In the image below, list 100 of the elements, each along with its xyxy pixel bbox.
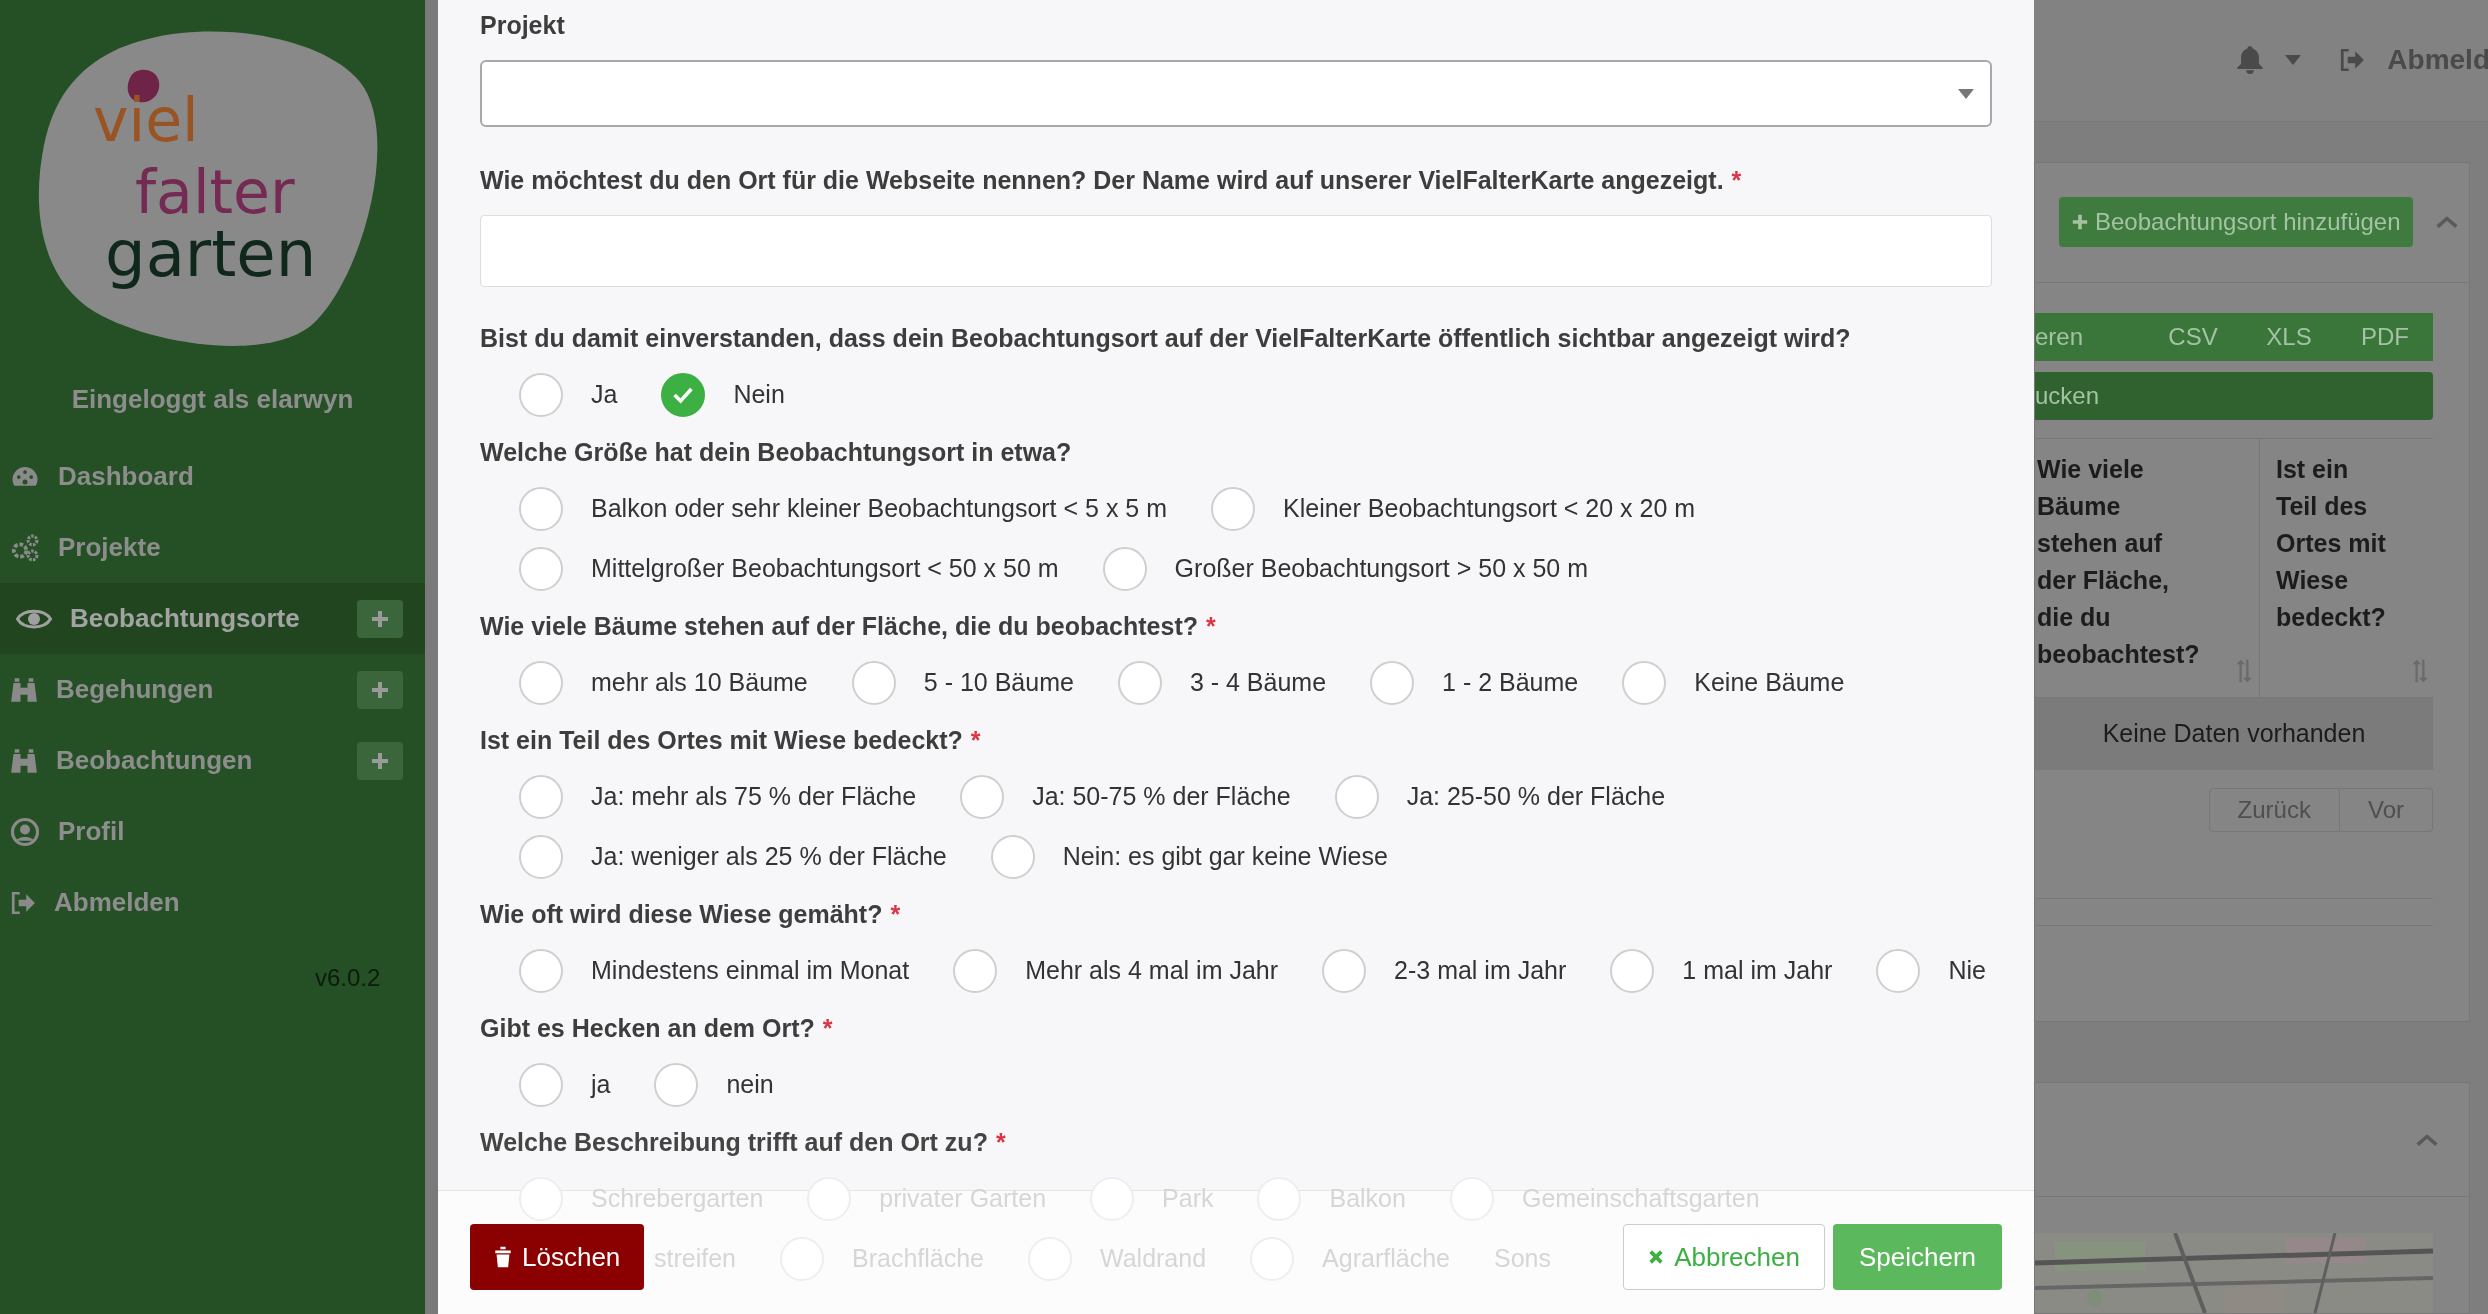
radio-label: Ja: 25-50 % der Fläche xyxy=(1406,781,1666,813)
radio-button[interactable] xyxy=(1622,661,1667,705)
required-mark: * xyxy=(822,1013,833,1045)
radio-label: ja xyxy=(591,1069,611,1101)
field-label: Bist du damit einverstanden, dass dein Beobachtungsort auf der VielFalterKarte öffentlich sichtbar angezeigt wird? xyxy=(480,323,1851,355)
field-label: Gibt es Hecken an dem Ort? xyxy=(480,1013,815,1045)
plus-icon xyxy=(370,608,390,629)
radio-button[interactable] xyxy=(1117,661,1162,705)
radio-button[interactable] xyxy=(519,547,563,591)
radio-label: Nie xyxy=(1948,955,1986,987)
sidebar-item[interactable]: Dashboard xyxy=(0,441,425,512)
field-label: Wie möchtest du den Ort für die Webseite nennen? Der Name wird auf unserer VielFalterKarte angezeigt. xyxy=(480,165,1724,197)
required-mark: * xyxy=(995,1127,1006,1159)
sign-out-icon[interactable] xyxy=(2339,47,2366,74)
field-label: Projekt xyxy=(480,10,565,42)
export-button[interactable]: eren xyxy=(2035,318,2145,355)
radio-button[interactable] xyxy=(661,373,706,417)
user-label: Eingeloggt als elarwyn xyxy=(70,383,355,416)
name-input-field[interactable] xyxy=(480,215,1992,287)
radio-button[interactable] xyxy=(654,1063,699,1107)
radio-label: Mittelgroßer Beobachtungsort < 50 x 50 m xyxy=(591,553,1059,585)
radio-label: 1 - 2 Bäume xyxy=(1442,667,1579,699)
radio-label: mehr als 10 Bäume xyxy=(591,667,808,699)
chevron-up-icon[interactable] xyxy=(2434,215,2459,230)
plus-icon xyxy=(370,750,390,771)
radio-label: 3 - 4 Bäume xyxy=(1189,667,1327,699)
empty-table-message: Keine Daten vorhanden xyxy=(2035,697,2433,770)
plus-icon xyxy=(370,679,390,700)
add-button[interactable] xyxy=(357,741,403,780)
radio-button[interactable] xyxy=(519,775,563,819)
sidebar-item[interactable]: Profil xyxy=(0,796,425,867)
trash-icon xyxy=(494,1246,512,1268)
radio-label: Mehr als 4 mal im Jahr xyxy=(1025,955,1279,987)
add-button[interactable] xyxy=(357,599,403,638)
radio-button[interactable] xyxy=(519,1063,563,1107)
sidebar-item[interactable]: Projekte xyxy=(0,512,425,583)
radio-label: 5 - 10 Bäume xyxy=(923,667,1074,699)
radio-label: Ja: weniger als 25 % der Fläche xyxy=(591,841,947,873)
radio-button[interactable] xyxy=(1610,949,1655,993)
sidebar-item-label: Profil xyxy=(58,815,126,848)
sidebar-item-label: Projekte xyxy=(58,531,162,564)
sort-icon[interactable] xyxy=(2411,658,2429,683)
logo-text: falter xyxy=(135,162,295,222)
radio-button[interactable] xyxy=(1102,547,1147,591)
radio-label: Großer Beobachtungsort > 50 x 50 m xyxy=(1174,553,1589,585)
radio-label: Keine Bäume xyxy=(1694,667,1845,699)
radio-button[interactable] xyxy=(960,775,1005,819)
print-button[interactable]: ucken xyxy=(2035,371,2433,420)
field-label: Welche Beschreibung trifft auf den Ort zu? xyxy=(480,1127,988,1159)
sort-icon[interactable] xyxy=(2235,658,2253,683)
cancel-button[interactable]: Abbrechen xyxy=(1623,1224,1825,1290)
radio-label: Ja xyxy=(591,379,618,411)
gears-icon xyxy=(10,532,40,563)
field-label: Welche Größe hat dein Beobachtungsort in etwa? xyxy=(480,437,1072,469)
export-button[interactable]: CSV xyxy=(2145,318,2241,355)
radio-button[interactable] xyxy=(851,661,896,705)
save-button[interactable]: Speichern xyxy=(1832,1224,2002,1290)
plus-icon xyxy=(2071,213,2089,232)
radio-label: Ja: 50-75 % der Fläche xyxy=(1032,781,1291,813)
radio-button[interactable] xyxy=(990,835,1035,879)
column-header[interactable]: Wie viele Bäume stehen auf der Fläche, die du beobachtest? xyxy=(2037,450,2207,673)
radio-label: nein xyxy=(726,1069,774,1101)
bell-icon[interactable] xyxy=(2237,46,2264,75)
radio-button[interactable] xyxy=(1370,661,1415,705)
radio-button[interactable] xyxy=(519,487,563,531)
sidebar-item-label: Dashboard xyxy=(58,460,195,493)
radio-button[interactable] xyxy=(1322,949,1367,993)
sidebar-item-label: Begehungen xyxy=(56,673,215,706)
chevron-up-icon[interactable] xyxy=(2415,1132,2439,1147)
radio-button[interactable] xyxy=(519,373,563,417)
radio-button[interactable] xyxy=(1876,949,1921,993)
radio-button[interactable] xyxy=(519,835,563,879)
radio-label: Mindestens einmal im Monat xyxy=(591,955,910,987)
sidebar-item[interactable]: Beobachtungsorte xyxy=(0,583,425,654)
radio-button[interactable] xyxy=(519,661,563,705)
radio-button[interactable] xyxy=(1334,775,1379,819)
radio-button[interactable] xyxy=(519,949,563,993)
sidebar-item[interactable]: Begehungen xyxy=(0,654,425,725)
column-header[interactable]: Ist ein Teil des Ortes mit Wiese bedeckt? xyxy=(2276,450,2396,636)
export-button[interactable]: XLS xyxy=(2241,318,2337,355)
project-select[interactable] xyxy=(480,60,1992,127)
radio-button[interactable] xyxy=(1211,487,1256,531)
required-mark: * xyxy=(1206,611,1216,643)
caret-icon[interactable] xyxy=(2285,55,2302,66)
radio-label: 1 mal im Jahr xyxy=(1682,955,1833,987)
field-label: Ist ein Teil des Ortes mit Wiese bedeckt? xyxy=(480,725,963,757)
user-icon xyxy=(10,816,40,847)
export-button[interactable]: PDF xyxy=(2337,318,2433,355)
required-mark: * xyxy=(970,725,981,757)
logout-link[interactable]: Abmeld xyxy=(2387,39,2488,82)
field-label: Wie oft wird diese Wiese gemäht? xyxy=(480,899,883,931)
add-button[interactable] xyxy=(357,670,403,709)
add-location-button[interactable]: Beobachtungsort hinzufügen xyxy=(2059,197,2413,248)
radio-button[interactable] xyxy=(953,949,998,993)
radio-label: Kleiner Beobachtungsort < 20 x 20 m xyxy=(1283,493,1696,525)
sidebar-item-label: Abmelden xyxy=(54,886,181,919)
sidebar-item[interactable]: Beobachtungen xyxy=(0,725,425,796)
sidebar-item[interactable]: Abmelden xyxy=(0,867,425,938)
delete-button[interactable]: Löschen xyxy=(470,1224,645,1290)
sign-out-icon xyxy=(10,889,36,916)
